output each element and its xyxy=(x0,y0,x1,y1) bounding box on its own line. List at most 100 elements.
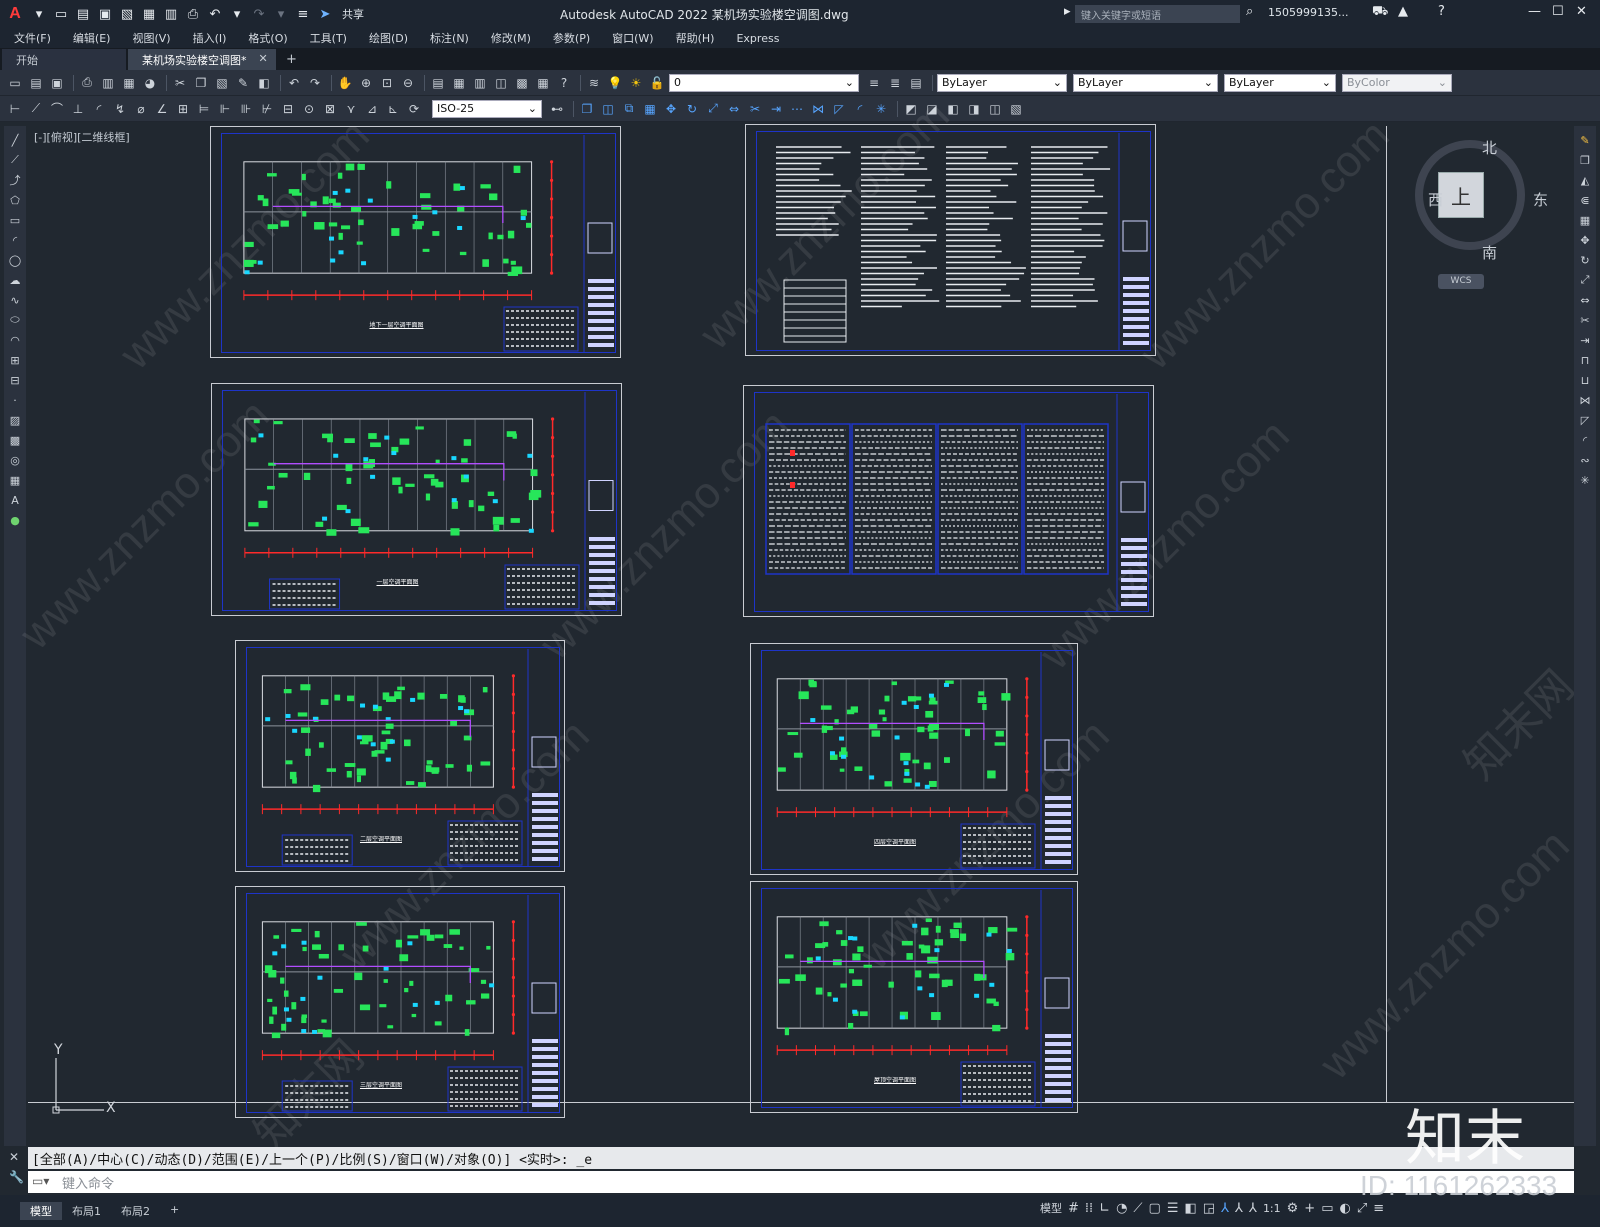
new-tab-button[interactable]: + xyxy=(276,49,307,70)
cart-icon[interactable]: ⛟ xyxy=(1372,4,1388,21)
scale-icon[interactable]: ⤢ xyxy=(1576,271,1594,289)
menu-file[interactable]: 文件(F) xyxy=(14,30,51,46)
auto-scale-icon[interactable]: ⅄ xyxy=(1235,1201,1243,1216)
drawing-sheet[interactable] xyxy=(743,385,1154,617)
expand-search-icon[interactable]: ▸ xyxy=(1064,4,1071,19)
dropdown-icon[interactable]: ▾ xyxy=(30,5,48,23)
compass-west[interactable]: 西 xyxy=(1428,189,1443,210)
close-button[interactable]: ✕ xyxy=(1576,4,1587,19)
new-icon[interactable]: ▭ xyxy=(6,74,24,92)
grid-icon[interactable]: # xyxy=(1068,1201,1079,1216)
modify-trim-icon[interactable]: ✂ xyxy=(746,100,764,118)
gradient-icon[interactable]: ▩ xyxy=(6,431,24,449)
search-icon[interactable]: ⌕ xyxy=(1246,4,1253,19)
plot-preview-icon[interactable]: ▥ xyxy=(99,74,117,92)
command-input[interactable]: 键入命令 xyxy=(28,1171,1574,1193)
make-block-icon[interactable]: ⊟ xyxy=(6,371,24,389)
workspace-gear-icon[interactable]: ⚙ xyxy=(1287,1201,1299,1216)
autodesk-app-icon[interactable]: ▲ xyxy=(1398,4,1408,19)
share-button[interactable]: 共享 xyxy=(342,6,364,22)
modify-explode-icon[interactable]: ✳ xyxy=(872,100,890,118)
3d-print-icon[interactable]: ◕ xyxy=(141,74,159,92)
isodraft-icon[interactable]: ⟋ xyxy=(1133,1201,1142,1216)
make-current-layer-icon[interactable]: ≡ xyxy=(865,74,883,92)
tab-drawing[interactable]: 某机场实验楼空调图* ✕ xyxy=(128,49,276,70)
dim-aligned-icon[interactable]: ⟋ xyxy=(27,100,45,118)
close-tab-icon[interactable]: ✕ xyxy=(259,52,268,67)
menu-help[interactable]: 帮助(H) xyxy=(676,30,715,46)
redo-icon[interactable]: ↷ xyxy=(306,74,324,92)
dim-diameter-icon[interactable]: ⌀ xyxy=(132,100,150,118)
menu-format[interactable]: 格式(O) xyxy=(248,30,287,46)
ellipse-icon[interactable]: ⬭ xyxy=(6,311,24,329)
region-icon[interactable]: ◎ xyxy=(6,451,24,469)
object-snap-icon[interactable]: ▢ xyxy=(1149,1201,1161,1216)
redo-icon[interactable]: ↷ xyxy=(250,5,268,23)
properties-icon[interactable]: ▤ xyxy=(429,74,447,92)
annotation-visibility-icon[interactable]: ⅄ xyxy=(1221,1201,1229,1216)
menu-edit[interactable]: 编辑(E) xyxy=(73,30,111,46)
lineweight-icon[interactable]: ☰ xyxy=(1167,1201,1179,1216)
viewcube-top-face[interactable]: 上 xyxy=(1438,172,1484,218)
point-icon[interactable]: · xyxy=(6,391,24,409)
zoom-realtime-icon[interactable]: ⊕ xyxy=(357,74,375,92)
markup-icon[interactable]: ▩ xyxy=(513,74,531,92)
calculator-icon[interactable]: ▦ xyxy=(534,74,552,92)
dim-space-icon[interactable]: ⊪ xyxy=(237,100,255,118)
open-file-icon[interactable]: ▤ xyxy=(74,5,92,23)
wcs-menu[interactable]: WCS xyxy=(1438,274,1484,289)
explode-icon[interactable]: ✳ xyxy=(1576,471,1594,489)
zoom-previous-icon[interactable]: ⊖ xyxy=(399,74,417,92)
table-icon[interactable]: ▦ xyxy=(6,471,24,489)
ellipse-arc-icon[interactable]: ◠ xyxy=(6,331,24,349)
move-icon[interactable]: ✥ xyxy=(1576,231,1594,249)
dim-update-icon[interactable]: ⟳ xyxy=(405,100,423,118)
modify-copy-icon[interactable]: ❐ xyxy=(578,100,596,118)
modify-mirror-icon[interactable]: ◫ xyxy=(599,100,617,118)
snap-icon[interactable]: ⁞⁞ xyxy=(1085,1201,1093,1216)
design-center-icon[interactable]: ▦ xyxy=(450,74,468,92)
publish-icon[interactable]: ▦ xyxy=(120,74,138,92)
qat-customize-icon[interactable]: ≡ xyxy=(294,5,312,23)
polyline-icon[interactable]: ⤴ xyxy=(6,171,24,189)
copy-icon[interactable]: ❐ xyxy=(192,74,210,92)
draw-order-below-icon[interactable]: ◨ xyxy=(965,100,983,118)
mirror-icon[interactable]: ◭ xyxy=(1576,171,1594,189)
construction-line-icon[interactable]: ⟋ xyxy=(6,151,24,169)
drawing-sheet[interactable] xyxy=(745,124,1156,356)
revision-cloud-icon[interactable]: ☁ xyxy=(6,271,24,289)
save-icon[interactable]: ▣ xyxy=(96,5,114,23)
dim-angular-icon[interactable]: ∠ xyxy=(153,100,171,118)
menu-parametric[interactable]: 参数(P) xyxy=(553,30,590,46)
fullscreen-icon[interactable]: ⤢ xyxy=(1357,1201,1367,1216)
help-search-input[interactable]: 键入关键字或短语 xyxy=(1075,5,1240,23)
help-icon[interactable]: ? xyxy=(555,74,573,92)
layer-on-icon[interactable]: 💡 xyxy=(606,74,624,92)
open-icon[interactable]: ▤ xyxy=(27,74,45,92)
customize-icon[interactable]: 🔧 xyxy=(4,1167,26,1187)
units-icon[interactable]: ▭ xyxy=(1321,1201,1333,1216)
dim-style-manager-icon[interactable]: ⊷ xyxy=(548,100,566,118)
chamfer-icon[interactable]: ◸ xyxy=(1576,411,1594,429)
layer-previous-icon[interactable]: ≣ xyxy=(886,74,904,92)
break-icon[interactable]: ⊔ xyxy=(1576,371,1594,389)
menu-draw[interactable]: 绘图(D) xyxy=(369,30,408,46)
drawing-sheet[interactable]: 四层空调平面图 xyxy=(750,643,1078,875)
close-command-icon[interactable]: ✕ xyxy=(4,1147,26,1167)
minimize-button[interactable]: — xyxy=(1528,4,1541,19)
drawing-sheet[interactable]: 一层空调平面图 xyxy=(211,383,622,616)
color-dropdown[interactable]: ByLayer ⌄ xyxy=(937,73,1067,92)
autocad-logo-icon[interactable]: A xyxy=(4,3,26,25)
stretch-icon[interactable]: ⇔ xyxy=(1576,291,1594,309)
tolerance-icon[interactable]: ⊟ xyxy=(279,100,297,118)
join-icon[interactable]: ⋈ xyxy=(1576,391,1594,409)
save-web-icon[interactable]: ▥ xyxy=(162,5,180,23)
hatch-icon[interactable]: ▨ xyxy=(6,411,24,429)
hatch-back-icon[interactable]: ▧ xyxy=(1007,100,1025,118)
undo-icon[interactable]: ↶ xyxy=(285,74,303,92)
insert-block-icon[interactable]: ⊞ xyxy=(6,351,24,369)
help-icon[interactable]: ? xyxy=(1438,4,1445,19)
layer-dropdown[interactable]: 0 ⌄ xyxy=(669,73,859,92)
layout-tab-2[interactable]: 布局2 xyxy=(111,1202,160,1220)
break-at-point-icon[interactable]: ⊓ xyxy=(1576,351,1594,369)
